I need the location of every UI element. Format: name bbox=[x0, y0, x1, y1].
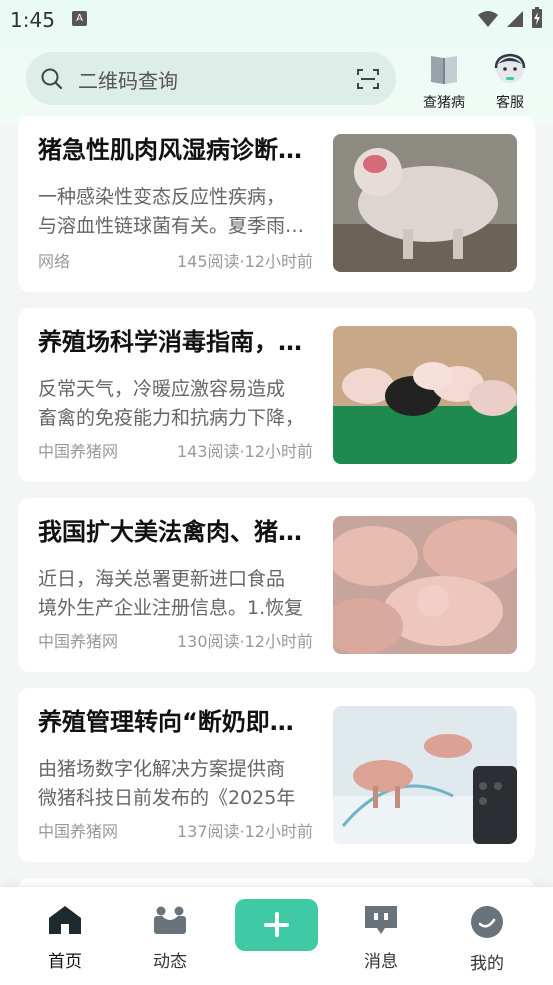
article-thumbnail bbox=[333, 516, 517, 654]
search-placeholder: 二维码查询 bbox=[78, 69, 178, 93]
wifi-icon bbox=[477, 11, 498, 27]
tab-messages-label: 消息 bbox=[364, 952, 398, 972]
search-bar[interactable]: 二维码查询 bbox=[26, 52, 396, 105]
article-card[interactable]: 我国扩大美法禽肉、猪肉进口 近日，海关总署更新进口食品 境外生产企业注册信息。1… bbox=[18, 498, 535, 672]
notification-icon: A bbox=[72, 11, 87, 26]
tab-feed-label: 动态 bbox=[153, 952, 187, 972]
book-icon bbox=[431, 56, 457, 84]
article-title: 养殖场科学消毒指南，防患于未然 bbox=[38, 328, 310, 356]
article-meta: 145阅读·12小时前 bbox=[177, 252, 313, 271]
headset-avatar-icon bbox=[494, 53, 526, 83]
check-disease-label: 查猪病 bbox=[423, 95, 465, 111]
article-summary: 由猪场数字化解决方案提供商 微猪科技日前发布的《2025年 bbox=[38, 755, 313, 813]
article-source: 中国养猪网 bbox=[38, 632, 119, 651]
customer-service-button[interactable]: 客服 bbox=[480, 52, 540, 112]
article-source: 网络 bbox=[38, 252, 71, 271]
article-thumbnail bbox=[333, 706, 517, 844]
tab-home-label: 首页 bbox=[48, 952, 82, 972]
community-icon bbox=[154, 906, 186, 934]
home-icon bbox=[49, 906, 81, 934]
article-meta: 137阅读·12小时前 bbox=[177, 822, 313, 841]
check-disease-button[interactable]: 查猪病 bbox=[414, 52, 474, 112]
customer-service-label: 客服 bbox=[496, 95, 524, 111]
search-icon bbox=[41, 68, 63, 90]
battery-icon bbox=[532, 7, 542, 28]
bottom-tab-bar: 首页 动态 消息 我的 bbox=[0, 886, 553, 985]
scan-icon[interactable] bbox=[356, 67, 380, 91]
tab-mine-label: 我的 bbox=[470, 954, 504, 974]
add-post-button[interactable] bbox=[235, 899, 318, 951]
article-source: 中国养猪网 bbox=[38, 442, 119, 461]
article-meta: 143阅读·12小时前 bbox=[177, 442, 313, 461]
article-summary: 近日，海关总署更新进口食品 境外生产企业注册信息。1.恢复 bbox=[38, 565, 313, 623]
article-summary: 反常天气，冷暖应激容易造成 畜禽的免疫能力和抗病力下降， bbox=[38, 375, 313, 433]
system-icons bbox=[475, 7, 543, 33]
article-source: 中国养猪网 bbox=[38, 822, 119, 841]
article-summary-line: 境外生产企业注册信息。1.恢复 bbox=[38, 597, 304, 619]
article-card[interactable]: 猪急性肌肉风湿病诊断与防治 一种感染性变态反应性疾病， 与溶血性链球菌有关。夏季… bbox=[18, 116, 535, 292]
article-summary: 一种感染性变态反应性疾病， 与溶血性链球菌有关。夏季雨水多 bbox=[38, 183, 313, 241]
signal-icon bbox=[506, 11, 523, 27]
article-summary-line: 微猪科技日前发布的《2025年 bbox=[38, 787, 296, 809]
article-summary-line: 反常天气，冷暖应激容易造成 bbox=[38, 378, 286, 400]
article-summary-line: 畜禽的免疫能力和抗病力下降， bbox=[38, 407, 305, 429]
plus-icon-stroke bbox=[275, 912, 279, 937]
article-meta: 130阅读·12小时前 bbox=[177, 632, 313, 651]
article-card[interactable]: 养殖管理转向“断奶即出栏” 由猪场数字化解决方案提供商 微猪科技日前发布的《20… bbox=[18, 688, 535, 862]
status-time: 1:45 bbox=[10, 8, 55, 32]
article-thumbnail bbox=[333, 134, 517, 272]
article-summary-line: 一种感染性变态反应性疾病， bbox=[38, 186, 286, 208]
header: 1:45 A 二维码查询 查猪病 客服 bbox=[0, 0, 553, 124]
article-card[interactable]: 养殖场科学消毒指南，防患于未然 反常天气，冷暖应激容易造成 畜禽的免疫能力和抗病… bbox=[18, 308, 535, 482]
article-thumbnail bbox=[333, 326, 517, 464]
message-icon bbox=[365, 906, 397, 934]
article-title: 我国扩大美法禽肉、猪肉进口 bbox=[38, 518, 310, 546]
article-title: 猪急性肌肉风湿病诊断与防治 bbox=[38, 136, 310, 164]
status-bar: 1:45 A bbox=[0, 0, 553, 38]
article-summary-line: 近日，海关总署更新进口食品 bbox=[38, 568, 286, 590]
article-summary-line: 与溶血性链球菌有关。夏季雨水多 bbox=[38, 215, 313, 237]
profile-icon bbox=[471, 906, 503, 938]
article-summary-line: 由猪场数字化解决方案提供商 bbox=[38, 758, 286, 780]
article-title: 养殖管理转向“断奶即出栏” bbox=[38, 708, 310, 736]
